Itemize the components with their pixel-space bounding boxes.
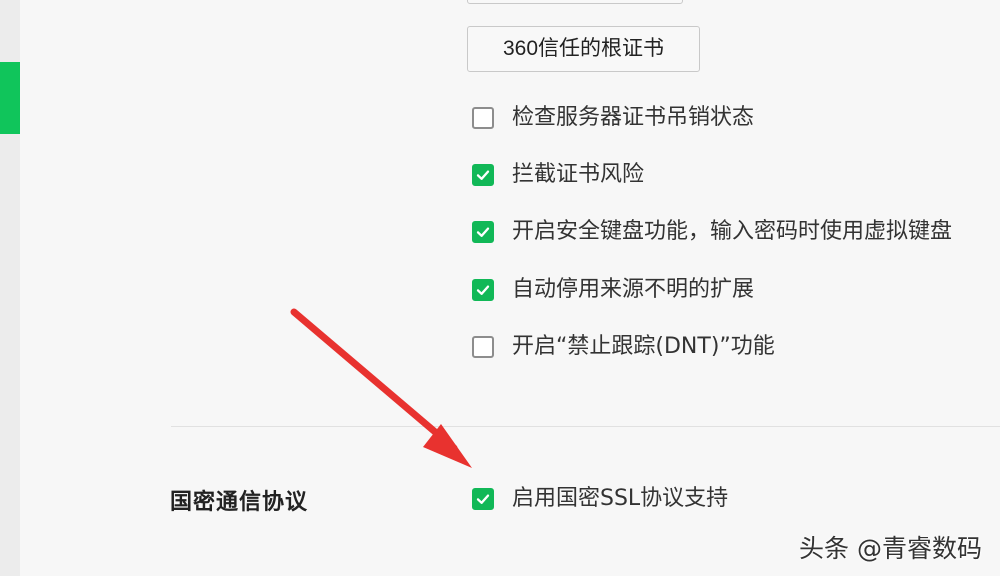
option-label: 自动停用来源不明的扩展 — [512, 277, 755, 302]
option-enable-national-ssl[interactable]: 启用国密SSL协议支持 — [472, 484, 728, 514]
option-check-revocation[interactable]: 检查服务器证书吊销状态 — [472, 103, 754, 133]
option-do-not-track[interactable]: 开启“禁止跟踪(DNT)”功能 — [472, 332, 775, 362]
option-label: 启用国密SSL协议支持 — [512, 486, 729, 511]
option-secure-keyboard[interactable]: 开启安全键盘功能，输入密码时使用虚拟键盘 — [472, 217, 952, 247]
sidebar-active-indicator[interactable] — [0, 62, 20, 134]
checkbox-unchecked[interactable] — [472, 336, 494, 358]
check-icon — [476, 494, 490, 504]
checkbox-checked[interactable] — [472, 279, 494, 301]
section-title: 国密通信协议 — [170, 490, 309, 515]
option-label: 开启“禁止跟踪(DNT)”功能 — [512, 334, 775, 359]
option-label: 拦截证书风险 — [512, 162, 645, 187]
section-divider — [171, 426, 1000, 427]
check-icon — [476, 170, 490, 180]
option-disable-unknown-extensions[interactable]: 自动停用来源不明的扩展 — [472, 275, 754, 305]
checkbox-checked[interactable] — [472, 488, 494, 510]
cut-off-top-button[interactable] — [467, 0, 683, 4]
check-icon — [476, 227, 490, 237]
settings-page: 360信任的根证书 检查服务器证书吊销状态 拦截证书风险 开启安全键盘功能，输入… — [0, 0, 1000, 576]
trusted-root-certificates-button[interactable]: 360信任的根证书 — [467, 26, 700, 72]
option-label: 检查服务器证书吊销状态 — [512, 105, 755, 130]
option-label: 开启安全键盘功能，输入密码时使用虚拟键盘 — [512, 219, 953, 244]
check-icon — [476, 285, 490, 295]
watermark-text: 头条 @青睿数码 — [799, 534, 982, 563]
checkbox-checked[interactable] — [472, 164, 494, 186]
checkbox-unchecked[interactable] — [472, 107, 494, 129]
option-block-certificate-risk[interactable]: 拦截证书风险 — [472, 160, 644, 190]
checkbox-checked[interactable] — [472, 221, 494, 243]
